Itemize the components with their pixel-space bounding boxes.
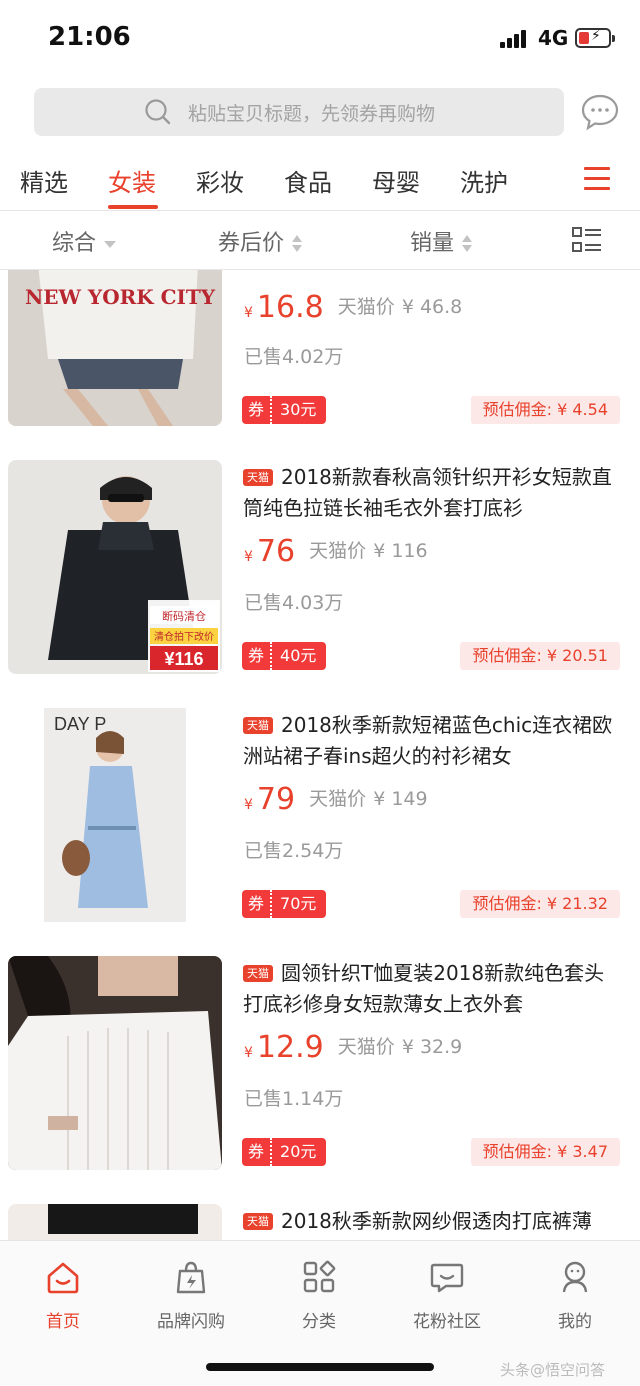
sold-count: 已售1.14万 xyxy=(244,1088,344,1110)
product-card[interactable]: 断码清仓 清仓拍下改价 ¥116 天猫 2018新款春秋高领针织开衫女短款直筒纯色… xyxy=(0,460,640,680)
status-bar: 21:06 4G ⚡ xyxy=(0,0,640,80)
network-type: 4G xyxy=(538,26,569,50)
nav-community[interactable]: 花粉社区 xyxy=(397,1259,497,1339)
list-layout-icon[interactable] xyxy=(572,227,602,253)
price-line: ¥12.9 天猫价 ¥ 32.9 xyxy=(244,1030,463,1065)
product-photo-sweater: 断码清仓 清仓拍下改价 ¥116 xyxy=(8,460,222,674)
tab-womens-clothing[interactable]: 女装 xyxy=(108,163,156,198)
price-line: ¥16.8 天猫价 ¥ 46.8 xyxy=(244,290,463,325)
svg-text:断码清仓: 断码清仓 xyxy=(162,609,206,623)
signal-icon xyxy=(500,30,530,48)
sort-arrows-icon xyxy=(292,235,303,253)
svg-text:清仓拍下改价: 清仓拍下改价 xyxy=(154,630,214,643)
tmall-badge: 天猫 xyxy=(243,469,273,486)
bottom-nav: 首页 品牌闪购 分类 花粉社区 我的 头条@悟空问答 xyxy=(0,1240,640,1386)
grid-icon xyxy=(303,1260,336,1293)
tmall-badge: 天猫 xyxy=(243,717,273,734)
commission-badge: 预估佣金: ¥ 21.32 xyxy=(460,890,620,918)
sold-count: 已售4.02万 xyxy=(244,346,344,368)
active-tab-indicator xyxy=(108,205,158,209)
battery-icon: ⚡ xyxy=(575,28,615,48)
original-price: ¥ 32.9 xyxy=(401,1036,463,1058)
commission-badge: 预估佣金: ¥ 4.54 xyxy=(470,396,620,424)
flash-bag-icon xyxy=(176,1261,206,1294)
product-image[interactable] xyxy=(8,956,222,1170)
coupon-price: 79 xyxy=(256,782,296,817)
status-time: 21:06 xyxy=(48,22,131,52)
coupon-badge[interactable]: 券 40元 xyxy=(242,642,327,670)
product-image[interactable]: DAY P xyxy=(8,708,222,922)
product-photo-dress: DAY P xyxy=(8,708,222,922)
original-price: ¥ 149 xyxy=(373,788,428,810)
home-indicator[interactable] xyxy=(206,1363,434,1371)
coupon-price: 12.9 xyxy=(256,1030,324,1065)
category-tabs: 精选 女装 彩妆 食品 母婴 洗护 xyxy=(0,155,640,211)
product-image[interactable] xyxy=(8,1204,222,1240)
tmall-badge: 天猫 xyxy=(243,1213,273,1230)
tmall-price-label: 天猫价 xyxy=(309,788,367,810)
coupon-badge[interactable]: 券 30元 xyxy=(242,396,327,424)
tmall-price-label: 天猫价 xyxy=(309,540,367,562)
svg-text:NEW YORK CITY: NEW YORK CITY xyxy=(25,285,216,309)
search-icon xyxy=(145,99,171,125)
original-price: ¥ 46.8 xyxy=(401,296,463,318)
coupon-price: 16.8 xyxy=(256,290,324,325)
message-icon[interactable] xyxy=(580,92,620,132)
product-image[interactable]: 断码清仓 清仓拍下改价 ¥116 xyxy=(8,460,222,674)
sort-comprehensive[interactable]: 综合 xyxy=(52,225,117,257)
product-title: 天猫 2018秋季新款短裙蓝色chic连衣裙欧洲站裙子春ins超火的衬衫裙女 xyxy=(243,713,613,768)
coupon-price: 76 xyxy=(256,534,296,569)
dropdown-arrow-icon xyxy=(104,235,117,253)
product-card[interactable]: DAY P 天猫 2018秋季新款短裙蓝色chic连衣裙欧洲站裙子春ins超火的衬… xyxy=(0,708,640,928)
product-card[interactable]: 天猫 圆领针织T恤夏装2018新款纯色套头打底衫修身女短款薄女上衣外套 ¥12.9… xyxy=(0,956,640,1176)
tmall-price-label: 天猫价 xyxy=(337,296,395,318)
product-card[interactable]: 天猫 2018秋季新款网纱假透肉打底裤薄 xyxy=(0,1204,640,1240)
watermark: 头条@悟空问答 xyxy=(500,1361,606,1379)
tab-mother-baby[interactable]: 母婴 xyxy=(372,163,420,198)
price-line: ¥76 天猫价 ¥ 116 xyxy=(244,534,428,569)
product-title: 天猫 2018秋季新款网纱假透肉打底裤薄 xyxy=(243,1206,613,1237)
price-line: ¥79 天猫价 ¥ 149 xyxy=(244,782,428,817)
tab-personal-care[interactable]: 洗护 xyxy=(460,163,508,198)
tmall-badge: 天猫 xyxy=(243,965,273,982)
sold-count: 已售4.03万 xyxy=(244,592,344,614)
nav-profile[interactable]: 我的 xyxy=(525,1259,625,1339)
sort-sales[interactable]: 销量 xyxy=(410,225,473,257)
svg-text:¥116: ¥116 xyxy=(164,649,203,669)
search-placeholder: 粘贴宝贝标题，先领券再购物 xyxy=(188,103,436,125)
sort-after-coupon-price[interactable]: 券后价 xyxy=(218,225,303,257)
product-title: 天猫 圆领针织T恤夏装2018新款纯色套头打底衫修身女短款薄女上衣外套 xyxy=(243,961,605,1016)
commission-badge: 预估佣金: ¥ 20.51 xyxy=(460,642,620,670)
nav-categories[interactable]: 分类 xyxy=(269,1259,369,1339)
product-photo-shirt: NEW YORK CITY xyxy=(8,270,222,426)
product-photo-knit-top xyxy=(8,956,222,1170)
community-icon xyxy=(430,1263,464,1293)
tab-featured[interactable]: 精选 xyxy=(20,163,68,198)
home-icon xyxy=(47,1262,79,1294)
sort-arrows-icon xyxy=(462,235,473,253)
sold-count: 已售2.54万 xyxy=(244,840,344,862)
nav-home[interactable]: 首页 xyxy=(13,1259,113,1339)
nav-brand-flash-sale[interactable]: 品牌闪购 xyxy=(141,1259,241,1339)
tmall-price-label: 天猫价 xyxy=(337,1036,395,1058)
product-title: 天猫 2018新款春秋高领针织开衫女短款直筒纯色拉链长袖毛衣外套打底衫 xyxy=(243,465,612,520)
sort-bar: 综合 券后价 销量 xyxy=(0,210,640,270)
coupon-badge[interactable]: 券 70元 xyxy=(242,890,327,918)
tab-makeup[interactable]: 彩妆 xyxy=(196,163,244,198)
product-card[interactable]: NEW YORK CITY ¥16.8 天猫价 ¥ 46.8 已售4.02万 券3… xyxy=(0,270,640,440)
profile-icon xyxy=(562,1261,588,1293)
product-list: NEW YORK CITY ¥16.8 天猫价 ¥ 46.8 已售4.02万 券3… xyxy=(0,270,640,1240)
menu-icon[interactable] xyxy=(584,167,610,191)
svg-text:DAY P: DAY P xyxy=(54,714,106,734)
commission-badge: 预估佣金: ¥ 3.47 xyxy=(470,1138,620,1166)
original-price: ¥ 116 xyxy=(373,540,428,562)
product-photo-leggings xyxy=(8,1204,222,1240)
coupon-badge[interactable]: 券 20元 xyxy=(242,1138,327,1166)
product-image[interactable]: NEW YORK CITY xyxy=(8,270,222,426)
search-input[interactable]: 粘贴宝贝标题，先领券再购物 xyxy=(34,88,564,136)
search-row: 粘贴宝贝标题，先领券再购物 xyxy=(0,88,640,138)
tab-food[interactable]: 食品 xyxy=(284,163,332,198)
